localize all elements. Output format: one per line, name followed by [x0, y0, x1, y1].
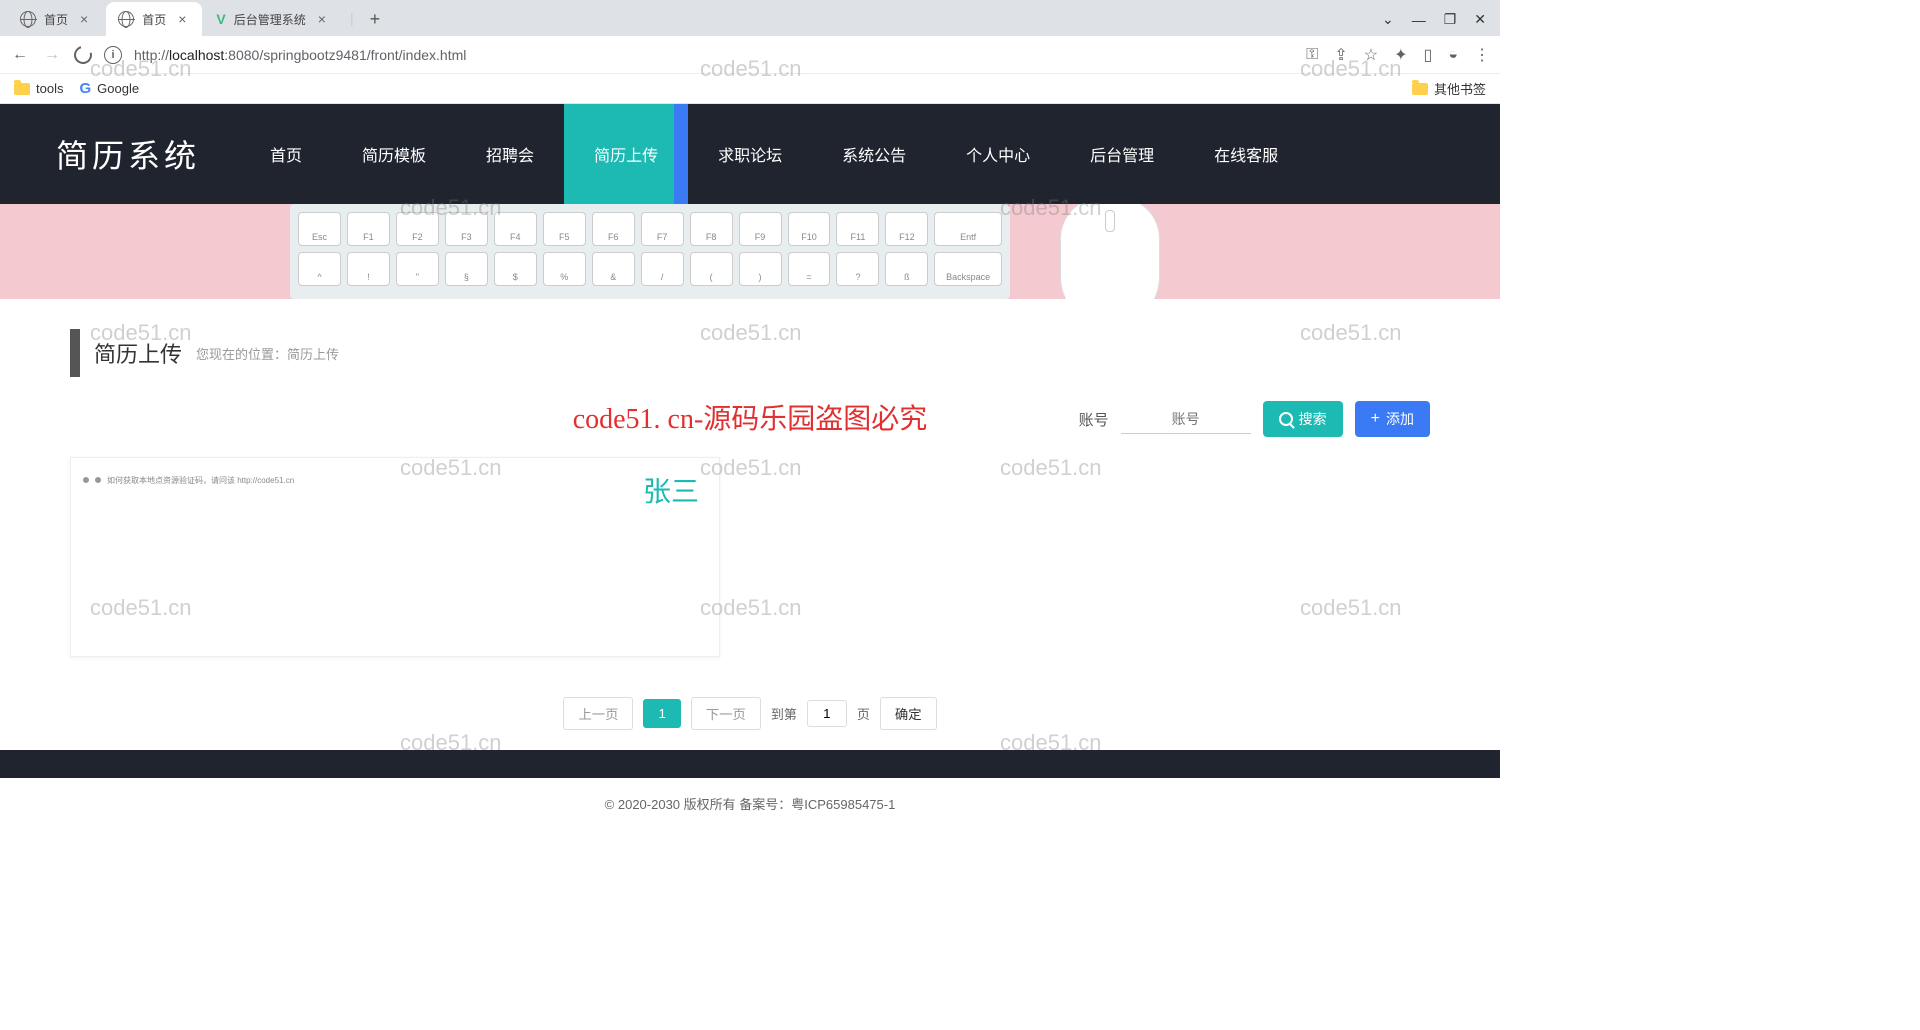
- bookmark-tools[interactable]: tools: [14, 81, 63, 96]
- nav-item-8[interactable]: 在线客服: [1184, 104, 1308, 204]
- resume-card[interactable]: 如何获取本地点资源验证码，请问该 http://code51.cn 张三: [70, 457, 720, 657]
- page-title: 简历上传: [94, 337, 182, 369]
- page-unit: 页: [857, 704, 870, 723]
- profile-icon[interactable]: ◒: [1448, 46, 1458, 64]
- url-field[interactable]: http://localhost:8080/springbootz9481/fr…: [134, 47, 1294, 63]
- address-bar: ← → i http://localhost:8080/springbootz9…: [0, 36, 1500, 74]
- nav-item-0[interactable]: 首页: [240, 104, 332, 204]
- browser-tab-0[interactable]: 首页 ×: [8, 2, 104, 36]
- globe-icon: [118, 11, 134, 27]
- mouse-image: [1060, 204, 1160, 299]
- nav-item-2[interactable]: 招聘会: [456, 104, 564, 204]
- close-icon[interactable]: ×: [174, 11, 190, 27]
- maximize-icon[interactable]: ❐: [1444, 11, 1457, 28]
- nav-item-3[interactable]: 简历上传: [564, 104, 688, 204]
- site-footer: [0, 750, 1500, 778]
- pagination: 上一页 1 下一页 到第 页 确定: [70, 697, 1430, 730]
- goto-confirm-button[interactable]: 确定: [880, 697, 937, 730]
- star-icon[interactable]: ☆: [1364, 45, 1378, 65]
- card-thumb: 如何获取本地点资源验证码，请问该 http://code51.cn: [83, 470, 343, 490]
- next-page-button[interactable]: 下一页: [691, 697, 761, 730]
- nav-item-4[interactable]: 求职论坛: [688, 104, 812, 204]
- nav-item-5[interactable]: 系统公告: [812, 104, 936, 204]
- bookmark-google[interactable]: GGoogle: [79, 80, 139, 97]
- back-icon[interactable]: ←: [10, 46, 30, 64]
- close-icon[interactable]: ×: [76, 11, 92, 27]
- bookmarks-bar: tools GGoogle 其他书签: [0, 74, 1500, 104]
- breadcrumb: 简历上传 您现在的位置：简历上传: [70, 329, 1430, 377]
- search-icon: [1279, 412, 1293, 426]
- bookmark-other[interactable]: 其他书签: [1412, 79, 1486, 98]
- folder-icon: [14, 83, 30, 95]
- main-nav: 首页简历模板招聘会简历上传求职论坛系统公告个人中心后台管理在线客服: [240, 104, 1500, 204]
- browser-tab-1[interactable]: 首页 ×: [106, 2, 202, 36]
- browser-tab-strip: 首页 × 首页 × V 后台管理系统 × | + ⌄ — ❐ ✕: [0, 0, 1500, 36]
- panel-icon[interactable]: ▯: [1424, 45, 1433, 65]
- forward-icon[interactable]: →: [42, 46, 62, 64]
- key-icon[interactable]: ⚿: [1306, 46, 1318, 64]
- window-controls: ⌄ — ❐ ✕: [1382, 11, 1500, 36]
- extensions-icon[interactable]: ✦: [1394, 45, 1407, 65]
- site-header: 简历系统 首页简历模板招聘会简历上传求职论坛系统公告个人中心后台管理在线客服: [0, 104, 1500, 204]
- hero-banner: EscF1F2F3F4F5F6F7F8F9F10F11F12Entf ^!"§$…: [0, 204, 1500, 299]
- reload-icon[interactable]: [71, 42, 96, 67]
- search-input[interactable]: [1121, 405, 1251, 434]
- minimize-icon[interactable]: —: [1412, 12, 1426, 28]
- card-grid: 如何获取本地点资源验证码，请问该 http://code51.cn 张三: [70, 457, 1430, 657]
- copyright: © 2020-2030 版权所有 备案号：粤ICP65985475-1: [0, 778, 1500, 817]
- new-tab-button[interactable]: +: [360, 3, 391, 36]
- folder-icon: [1412, 83, 1428, 95]
- page-number-button[interactable]: 1: [643, 699, 680, 728]
- plus-icon: +: [1371, 411, 1380, 427]
- close-icon[interactable]: ×: [314, 11, 330, 27]
- menu-icon[interactable]: ⋮: [1474, 45, 1490, 65]
- card-name: 张三: [643, 470, 699, 510]
- prev-page-button[interactable]: 上一页: [563, 697, 633, 730]
- tab-title: 首页: [44, 11, 68, 28]
- add-button[interactable]: +添加: [1355, 401, 1430, 437]
- close-window-icon[interactable]: ✕: [1474, 11, 1486, 28]
- breadcrumb-path: 您现在的位置：简历上传: [196, 344, 339, 363]
- search-label: 账号: [1079, 409, 1109, 430]
- search-button[interactable]: 搜索: [1263, 401, 1343, 437]
- site-logo: 简历系统: [0, 104, 240, 204]
- google-icon: G: [79, 80, 91, 97]
- keyboard-image: EscF1F2F3F4F5F6F7F8F9F10F11F12Entf ^!"§$…: [290, 204, 1010, 299]
- nav-item-1[interactable]: 简历模板: [332, 104, 456, 204]
- browser-tab-2[interactable]: V 后台管理系统 ×: [204, 2, 342, 36]
- nav-item-6[interactable]: 个人中心: [936, 104, 1060, 204]
- globe-icon: [20, 11, 36, 27]
- site-info-icon[interactable]: i: [104, 46, 122, 64]
- tab-title: 首页: [142, 11, 166, 28]
- vue-icon: V: [216, 11, 225, 27]
- share-icon[interactable]: ⇪: [1334, 45, 1347, 65]
- goto-page-input[interactable]: [807, 700, 847, 727]
- breadcrumb-bar-icon: [70, 329, 80, 377]
- goto-label: 到第: [771, 704, 797, 723]
- tab-title: 后台管理系统: [234, 11, 306, 28]
- chevron-down-icon[interactable]: ⌄: [1382, 11, 1394, 28]
- nav-item-7[interactable]: 后台管理: [1060, 104, 1184, 204]
